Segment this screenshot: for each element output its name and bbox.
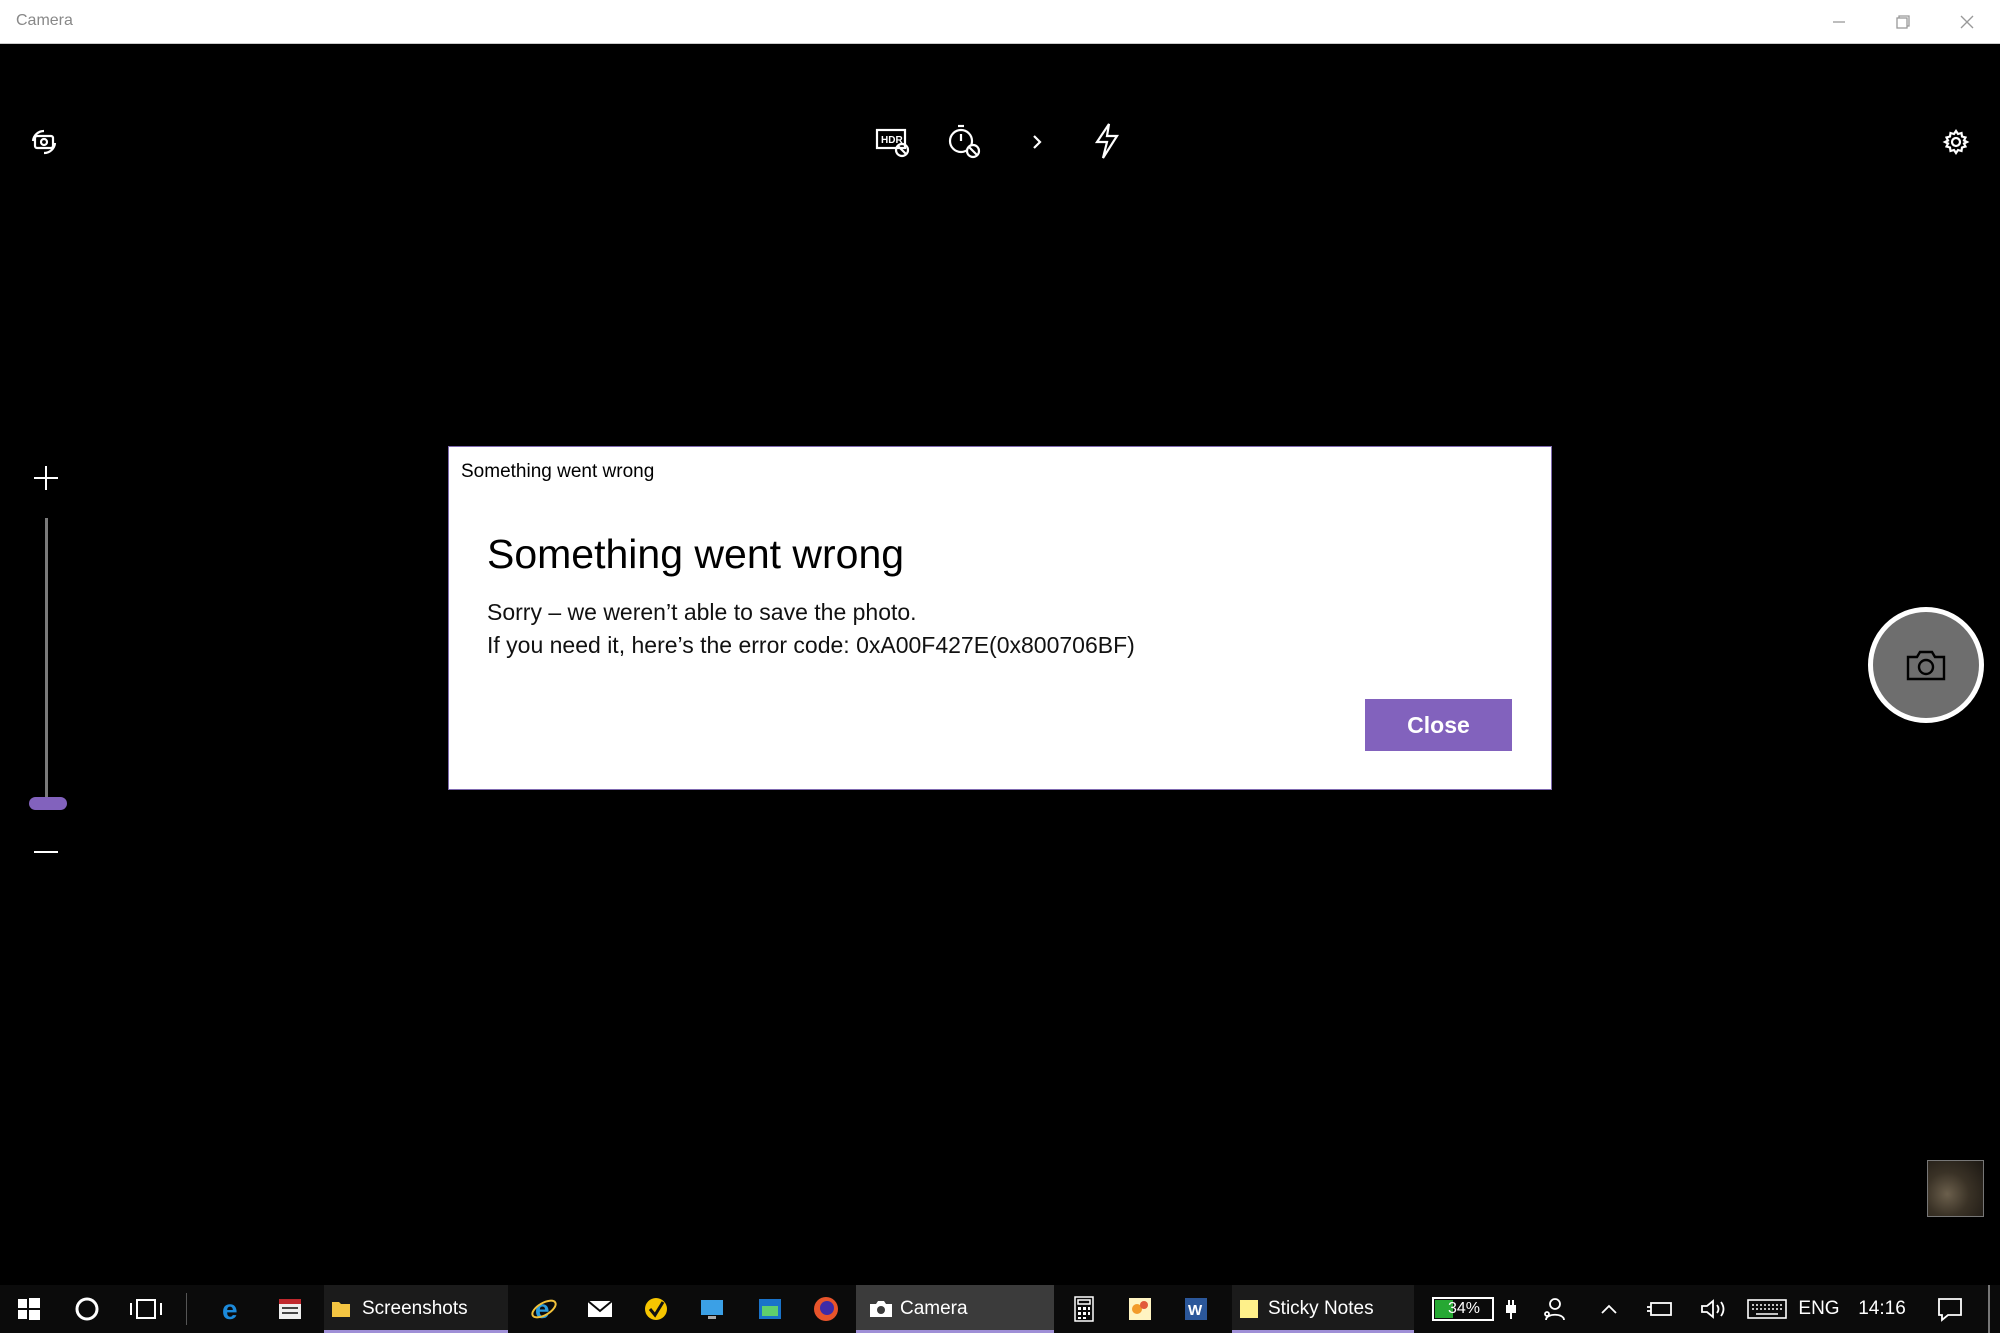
norton-icon (645, 1298, 667, 1320)
more-options-button[interactable] (1024, 124, 1050, 160)
battery-plug-icon (1647, 1302, 1672, 1316)
settings-button[interactable] (1938, 124, 1974, 160)
taskbar-app-label: Camera (900, 1298, 968, 1319)
flash-button[interactable] (1090, 120, 1124, 162)
error-dialog: Something went wrong Something went wron… (448, 446, 1552, 790)
norton-app[interactable] (634, 1285, 678, 1333)
edge-app[interactable]: e (210, 1285, 254, 1333)
chevron-right-icon (1033, 135, 1042, 149)
pinned-app-photos[interactable] (748, 1285, 792, 1333)
battery-percentage: 34% (1448, 1300, 1481, 1317)
firefox-app[interactable] (804, 1285, 848, 1333)
dialog-caption: Something went wrong (461, 461, 655, 482)
switch-camera-button[interactable] (24, 124, 64, 160)
camera-switch-icon (31, 129, 57, 155)
zoom-out-button[interactable] (30, 836, 62, 868)
paint-icon (1129, 1298, 1151, 1320)
taskbar-app-camera[interactable]: Camera (856, 1285, 1054, 1333)
people-button[interactable] (1536, 1285, 1572, 1333)
flash-icon (1094, 123, 1120, 159)
svg-text:e: e (535, 1295, 549, 1323)
volume-button[interactable] (1694, 1285, 1734, 1333)
start-button[interactable] (8, 1285, 50, 1333)
window-title: Camera (16, 12, 73, 29)
mail-icon (587, 1300, 613, 1317)
battery-icon: 34% (1432, 1297, 1494, 1321)
close-window-button[interactable] (1936, 0, 1998, 44)
people-icon (1544, 1298, 1565, 1321)
word-app[interactable]: W (1174, 1285, 1218, 1333)
chevron-up-icon (1601, 1304, 1617, 1314)
timer-button[interactable] (944, 120, 984, 162)
gear-icon (1942, 129, 1970, 155)
plug-icon (1506, 1300, 1516, 1319)
keyboard-icon (1747, 1299, 1787, 1319)
restore-button[interactable] (1872, 0, 1934, 44)
zoom-slider-track[interactable] (45, 518, 48, 805)
calculator-icon (1074, 1296, 1094, 1322)
input-language-button[interactable]: ENG (1796, 1285, 1842, 1333)
show-desktop-button[interactable] (1988, 1285, 1990, 1333)
firefox-icon (814, 1297, 838, 1321)
taskbar-app-sticky-notes[interactable]: Sticky Notes (1232, 1285, 1414, 1333)
plus-icon (34, 466, 58, 490)
last-photo-thumbnail[interactable] (1927, 1160, 1984, 1217)
notification-icon (1938, 1298, 1962, 1322)
action-center-button[interactable] (1928, 1285, 1972, 1333)
title-bar: Camera (0, 0, 2000, 44)
power-status-button[interactable] (1640, 1285, 1680, 1333)
taskbar-app-screenshots[interactable]: Screenshots (324, 1285, 508, 1333)
show-hidden-icons-button[interactable] (1592, 1285, 1626, 1333)
camera-small-icon (870, 1301, 892, 1317)
taskbar-app-label: Sticky Notes (1268, 1298, 1374, 1319)
touch-keyboard-button[interactable] (1742, 1285, 1792, 1333)
restore-icon (1896, 15, 1910, 29)
svg-text:e: e (222, 1295, 238, 1323)
task-view-icon (130, 1299, 162, 1319)
power-plug (1500, 1285, 1522, 1333)
monitor-app-icon (701, 1300, 723, 1319)
calculator-app[interactable] (1062, 1285, 1106, 1333)
cortana-button[interactable] (66, 1285, 108, 1333)
pinned-app-2[interactable] (268, 1285, 312, 1333)
task-view-button[interactable] (124, 1285, 168, 1333)
take-photo-button[interactable] (1873, 612, 1979, 718)
dialog-error-code: If you need it, here’s the error code: 0… (487, 632, 1135, 658)
zoom-in-button[interactable] (30, 462, 62, 494)
dialog-message: Sorry – we weren’t able to save the phot… (487, 599, 917, 625)
minimize-button[interactable] (1808, 0, 1870, 44)
timer-off-icon (948, 124, 981, 159)
pinned-app-monitor[interactable] (690, 1285, 734, 1333)
svg-text:W: W (1188, 1302, 1203, 1319)
dialog-heading: Something went wrong (487, 531, 905, 577)
taskbar-divider (186, 1293, 187, 1325)
clock-button[interactable]: 14:16 (1852, 1285, 1912, 1333)
edge-icon: e (222, 1295, 238, 1323)
mail-app[interactable] (578, 1285, 622, 1333)
word-icon: W (1185, 1298, 1207, 1320)
internet-explorer-icon: e (531, 1295, 557, 1323)
ie-app[interactable]: e (522, 1285, 566, 1333)
cortana-icon (75, 1297, 99, 1321)
windows-logo-icon (18, 1298, 40, 1320)
language-indicator: ENG (1798, 1298, 1840, 1319)
battery-indicator[interactable]: 34% (1428, 1285, 1498, 1333)
folder-icon (332, 1302, 350, 1317)
hdr-button[interactable]: HDR (872, 122, 914, 162)
minimize-icon (1833, 21, 1845, 23)
clock-time: 14:16 (1858, 1298, 1906, 1319)
dialog-close-button[interactable]: Close (1365, 699, 1512, 751)
close-icon (1960, 15, 1974, 29)
sticky-note-icon (1240, 1300, 1258, 1318)
photos-app-icon (759, 1299, 781, 1319)
hdr-off-icon: HDR (875, 128, 910, 158)
speaker-icon (1701, 1299, 1725, 1319)
news-app-icon (279, 1299, 301, 1319)
paint-app[interactable] (1118, 1285, 1162, 1333)
minus-icon (34, 851, 58, 853)
zoom-slider-thumb[interactable] (29, 797, 67, 810)
taskbar-app-label: Screenshots (362, 1298, 468, 1319)
camera-icon (1906, 650, 1946, 681)
